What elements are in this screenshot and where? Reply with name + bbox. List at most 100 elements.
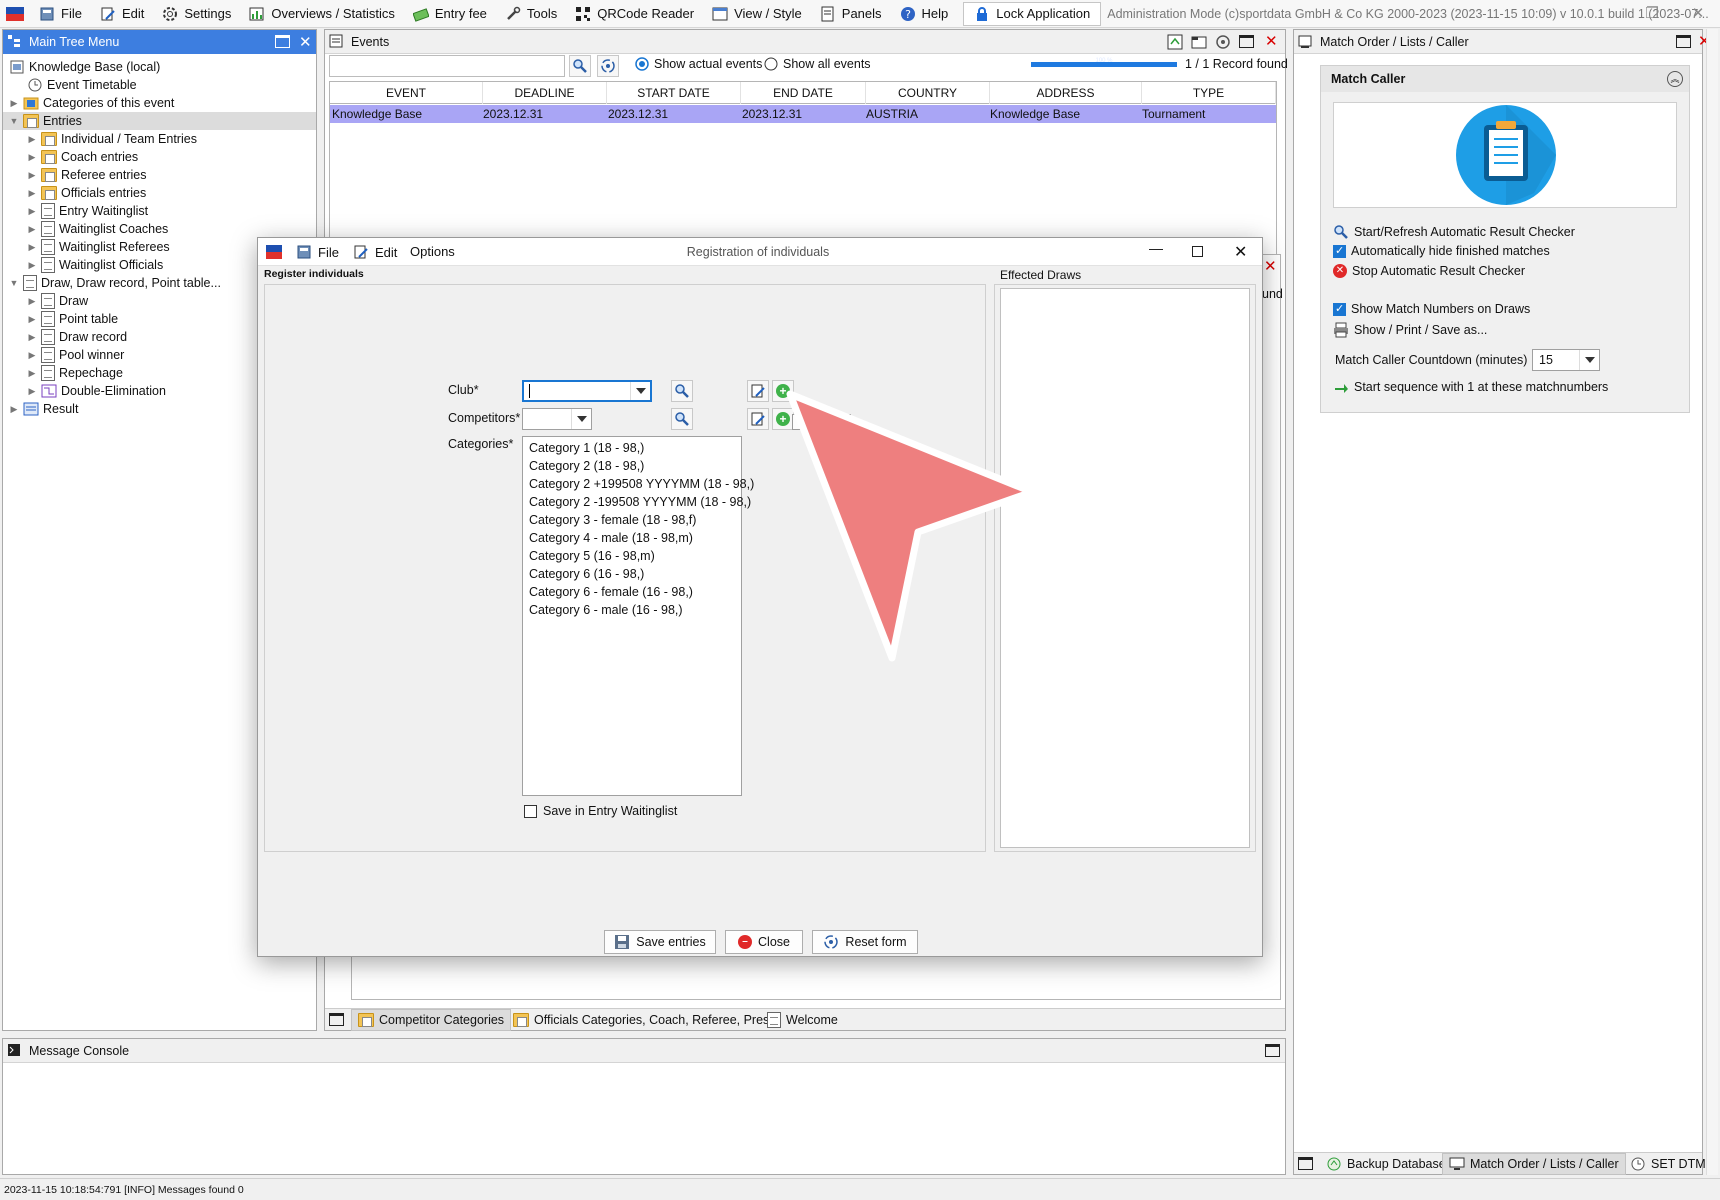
menu-file[interactable]: File xyxy=(30,0,91,28)
dialog-menu-file[interactable]: File xyxy=(296,238,339,266)
collapse-section-icon[interactable]: ︽ xyxy=(1667,71,1683,87)
club-edit-button[interactable] xyxy=(747,380,769,402)
right-scrollbar[interactable] xyxy=(1706,29,1718,1175)
tree-item-coach-entries[interactable]: ▶ Coach entries xyxy=(27,148,138,166)
tab-set-dtm[interactable]: SET DTM xyxy=(1624,1153,1712,1175)
tab-match-order[interactable]: Match Order / Lists / Caller xyxy=(1442,1153,1626,1175)
expand-arrow-icon[interactable]: ▶ xyxy=(27,350,37,361)
radio-show-all[interactable]: Show all events xyxy=(764,57,871,71)
folder-open-icon[interactable] xyxy=(1191,34,1207,50)
expand-arrow-icon[interactable]: ▶ xyxy=(27,386,37,397)
tree-item-waitinglist-officials[interactable]: ▶ Waitinglist Officials xyxy=(27,256,163,274)
tree-item-waitinglist-referees[interactable]: ▶ Waitinglist Referees xyxy=(27,238,170,256)
tree-item-point-table[interactable]: ▶ Point table xyxy=(27,310,118,328)
lock-application-button[interactable]: Lock Application xyxy=(963,1,1102,26)
expand-arrow-icon[interactable]: ▶ xyxy=(27,368,37,379)
tab-welcome[interactable]: Welcome xyxy=(761,1009,844,1031)
list-item[interactable]: Category 1 (18 - 98,) xyxy=(529,439,644,457)
add-competitor-button[interactable]: + xyxy=(772,408,794,430)
events-refresh-button[interactable] xyxy=(597,55,619,77)
tab-officials-categories[interactable]: Officials Categories, Coach, Referee, Pr… xyxy=(507,1009,782,1031)
list-item[interactable]: Category 6 - female (16 - 98,) xyxy=(529,583,693,601)
menu-panels[interactable]: Panels xyxy=(811,0,891,28)
list-item[interactable]: Category 4 - male (18 - 98,m) xyxy=(529,529,693,547)
radio-show-actual[interactable]: Show actual events xyxy=(635,57,762,71)
minimize-icon[interactable]: — xyxy=(1149,240,1163,256)
tree-item-categories-of-event[interactable]: ▶ Categories of this event xyxy=(9,94,175,112)
tree-item-individual-team-entries[interactable]: ▶ Individual / Team Entries xyxy=(27,130,197,148)
maximize-icon[interactable] xyxy=(1192,246,1203,257)
tree-item-entry-waitinglist[interactable]: ▶ Entry Waitinglist xyxy=(27,202,148,220)
expand-arrow-icon[interactable]: ▶ xyxy=(27,224,37,235)
close-icon[interactable]: ✕ xyxy=(1234,242,1247,262)
close-icon[interactable]: ✕ xyxy=(1265,34,1278,50)
collapse-arrow-icon[interactable]: ▼ xyxy=(9,116,19,126)
expand-arrow-icon[interactable]: ▶ xyxy=(27,152,37,163)
events-search-input[interactable] xyxy=(329,55,565,77)
list-item[interactable]: Category 6 - male (16 - 98,) xyxy=(529,601,683,619)
tree-item-waitinglist-coaches[interactable]: ▶ Waitinglist Coaches xyxy=(27,220,168,238)
auto-hide-finished-checkbox[interactable]: Automatically hide finished matches xyxy=(1333,244,1550,258)
club-search-button[interactable] xyxy=(671,380,693,402)
tree-item-officials-entries[interactable]: ▶ Officials entries xyxy=(27,184,146,202)
tree-item-entries[interactable]: ▼ Entries xyxy=(3,112,316,130)
save-in-waitinglist-checkbox[interactable]: Save in Entry Waitinglist xyxy=(524,804,677,818)
menu-overviews[interactable]: Overviews / Statistics xyxy=(240,0,404,28)
close-icon[interactable]: ✕ xyxy=(299,33,312,51)
save-entries-button[interactable]: Save entries xyxy=(604,930,716,954)
close-icon[interactable]: ✕ xyxy=(1264,259,1277,275)
column-header-event[interactable]: EVENT xyxy=(330,82,483,104)
report-icon[interactable] xyxy=(1167,34,1183,50)
start-sequence[interactable]: Start sequence with 1 at these matchnumb… xyxy=(1333,379,1608,395)
expand-arrow-icon[interactable]: ▶ xyxy=(27,314,37,325)
expand-arrow-icon[interactable]: ▶ xyxy=(27,188,37,199)
column-header-deadline[interactable]: DEADLINE xyxy=(483,82,607,104)
maximize-icon[interactable] xyxy=(1676,35,1691,48)
menu-settings[interactable]: Settings xyxy=(153,0,240,28)
expand-arrow-icon[interactable]: ▶ xyxy=(27,332,37,343)
tab-competitor-categories[interactable]: Competitor Categories xyxy=(351,1009,512,1031)
dialog-menu-options[interactable]: Options xyxy=(410,238,455,266)
list-item[interactable]: Category 2 +199508 YYYYMM (18 - 98,) xyxy=(529,475,754,493)
tree-item-draw-record[interactable]: ▶ Draw record xyxy=(27,328,127,346)
competitors-combobox[interactable] xyxy=(522,408,592,430)
list-item[interactable]: Category 2 -199508 YYYYMM (18 - 98,) xyxy=(529,493,751,511)
effected-draws-list[interactable] xyxy=(1000,288,1250,848)
close-button[interactable]: – Close xyxy=(725,930,803,954)
list-item[interactable]: Category 3 - female (18 - 98,f) xyxy=(529,511,696,529)
tree-item-event-timetable[interactable]: Event Timetable xyxy=(27,76,137,94)
show-match-numbers-checkbox[interactable]: Show Match Numbers on Draws xyxy=(1333,302,1530,316)
list-item[interactable]: Category 2 (18 - 98,) xyxy=(529,457,644,475)
tree-item-draw-group[interactable]: ▼ Draw, Draw record, Point table... xyxy=(9,274,221,292)
refresh-icon[interactable] xyxy=(1215,34,1231,50)
menu-edit[interactable]: Edit xyxy=(91,0,153,28)
start-refresh-checker[interactable]: Start/Refresh Automatic Result Checker xyxy=(1333,224,1575,240)
column-header-start-date[interactable]: START DATE xyxy=(607,82,741,104)
tab-backup-database[interactable]: Backup Database xyxy=(1320,1153,1452,1175)
stop-checker[interactable]: ✕ Stop Automatic Result Checker xyxy=(1333,264,1525,278)
close-window-button[interactable]: ✕ xyxy=(1676,0,1720,28)
column-header-country[interactable]: COUNTRY xyxy=(866,82,990,104)
expand-arrow-icon[interactable]: ▶ xyxy=(27,296,37,307)
add-club-button[interactable]: + xyxy=(772,380,794,402)
menu-entry-fee[interactable]: Entry fee xyxy=(404,0,496,28)
expand-arrow-icon[interactable]: ▶ xyxy=(9,404,19,415)
maximize-icon[interactable] xyxy=(1265,1044,1280,1057)
list-item[interactable]: Category 6 (16 - 98,) xyxy=(529,565,644,583)
tree-item-referee-entries[interactable]: ▶ Referee entries xyxy=(27,166,146,184)
expand-arrow-icon[interactable]: ▶ xyxy=(27,260,37,271)
column-header-type[interactable]: TYPE xyxy=(1142,82,1276,104)
expand-arrow-icon[interactable]: ▶ xyxy=(9,98,19,109)
countdown-select[interactable]: 15 xyxy=(1532,349,1600,371)
menu-tools[interactable]: Tools xyxy=(496,0,566,28)
expand-arrow-icon[interactable]: ▶ xyxy=(27,170,37,181)
expand-arrow-icon[interactable]: ▶ xyxy=(27,206,37,217)
categories-list[interactable]: Category 1 (18 - 98,) Category 2 (18 - 9… xyxy=(522,436,754,796)
tree-item-knowledge-base[interactable]: Knowledge Base (local) xyxy=(9,58,160,76)
list-item[interactable]: Category 5 (16 - 98,m) xyxy=(529,547,655,565)
maximize-icon[interactable] xyxy=(329,1013,344,1026)
tree-item-draw[interactable]: ▶ Draw xyxy=(27,292,88,310)
reset-form-button[interactable]: Reset form xyxy=(812,930,918,954)
column-header-address[interactable]: ADDRESS xyxy=(990,82,1142,104)
show-print-save[interactable]: Show / Print / Save as... xyxy=(1333,322,1487,338)
